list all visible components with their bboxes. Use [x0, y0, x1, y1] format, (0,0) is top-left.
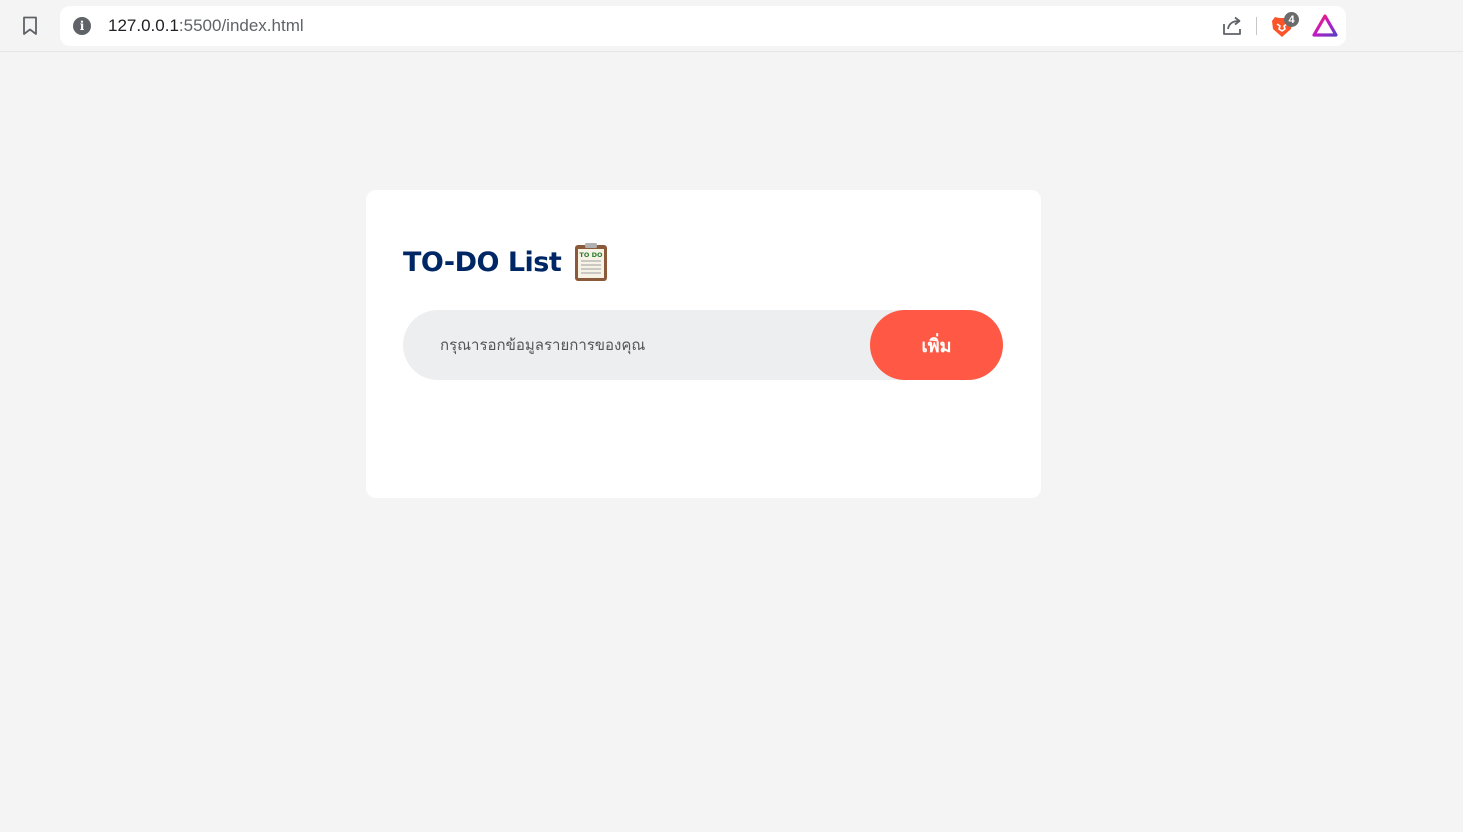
add-button[interactable]: เพิ่ม — [870, 310, 1003, 380]
toolbar-divider — [1256, 17, 1257, 35]
brave-shields-count: 4 — [1284, 12, 1299, 27]
clipboard-icon-text: TO DO — [580, 251, 604, 259]
clipboard-icon: TO DO — [575, 243, 608, 281]
address-bar[interactable]: i 127.0.0.1:5500/index.html 4 — [60, 6, 1346, 46]
url-text[interactable]: 127.0.0.1:5500/index.html — [108, 16, 304, 36]
todo-input-row: เพิ่ม — [403, 310, 1003, 380]
brave-rewards-button[interactable] — [1312, 14, 1338, 38]
todo-input[interactable] — [403, 310, 883, 380]
bookmark-icon[interactable] — [18, 14, 42, 38]
brave-rewards-triangle-icon — [1312, 14, 1338, 37]
url-path: :5500/index.html — [178, 16, 304, 35]
brave-shields-button[interactable]: 4 — [1268, 12, 1299, 40]
url-host: 127.0.0.1 — [108, 16, 179, 35]
page-title: TO-DO List — [403, 246, 562, 278]
todo-card: TO-DO List TO DO เพิ่ม — [366, 190, 1041, 498]
browser-toolbar: i 127.0.0.1:5500/index.html 4 — [0, 0, 1463, 52]
share-icon[interactable] — [1220, 14, 1244, 38]
title-row: TO-DO List TO DO — [403, 242, 609, 282]
info-icon[interactable]: i — [73, 17, 91, 35]
